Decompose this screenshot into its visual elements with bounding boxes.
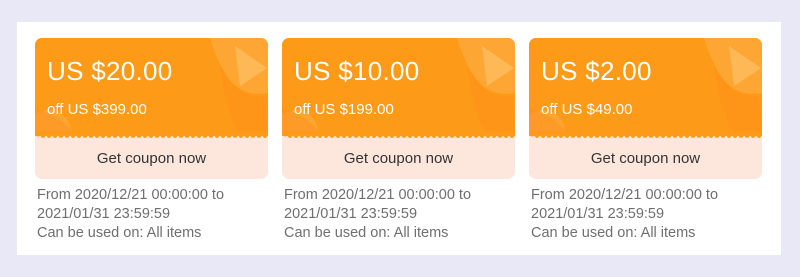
usage-scope: Can be used on: All items bbox=[284, 225, 449, 241]
coupon-amount: US $10.00 bbox=[294, 56, 420, 86]
coupon-info: From 2020/12/21 00:00:00 to 2021/01/31 2… bbox=[282, 186, 515, 243]
coupon-header: US $2.00 off US $49.00 bbox=[529, 38, 762, 136]
coupon-condition: off US $199.00 bbox=[294, 101, 394, 118]
validity-start: From 2020/12/21 00:00:00 to bbox=[284, 187, 472, 203]
coupon-condition: off US $49.00 bbox=[541, 101, 633, 118]
coupon-ticket: US $2.00 off US $49.00 Get coupon now bbox=[529, 38, 762, 179]
coupon-info: From 2020/12/21 00:00:00 to 2021/01/31 2… bbox=[35, 186, 268, 243]
get-coupon-button[interactable]: Get coupon now bbox=[529, 138, 762, 179]
coupon-card: US $20.00 off US $399.00 Get coupon now … bbox=[35, 38, 268, 243]
coupon-info: From 2020/12/21 00:00:00 to 2021/01/31 2… bbox=[529, 186, 762, 243]
validity-end: 2021/01/31 23:59:59 bbox=[531, 206, 665, 222]
coupon-decoration-icon bbox=[35, 38, 268, 136]
get-coupon-button[interactable]: Get coupon now bbox=[282, 138, 515, 179]
coupon-amount: US $20.00 bbox=[47, 56, 173, 86]
coupon-header: US $10.00 off US $199.00 bbox=[282, 38, 515, 136]
coupon-panel: US $20.00 off US $399.00 Get coupon now … bbox=[17, 22, 781, 255]
coupon-amount: US $2.00 bbox=[541, 56, 652, 86]
validity-end: 2021/01/31 23:59:59 bbox=[37, 206, 171, 222]
validity-start: From 2020/12/21 00:00:00 to bbox=[531, 187, 719, 203]
coupon-decoration-icon bbox=[282, 38, 515, 136]
coupon-condition: off US $399.00 bbox=[47, 101, 147, 118]
coupon-card: US $10.00 off US $199.00 Get coupon now … bbox=[282, 38, 515, 243]
validity-start: From 2020/12/21 00:00:00 to bbox=[37, 187, 225, 203]
validity-end: 2021/01/31 23:59:59 bbox=[284, 206, 418, 222]
coupon-ticket: US $10.00 off US $199.00 Get coupon now bbox=[282, 38, 515, 179]
coupon-card: US $2.00 off US $49.00 Get coupon now Fr… bbox=[529, 38, 762, 243]
usage-scope: Can be used on: All items bbox=[531, 225, 696, 241]
coupon-ticket: US $20.00 off US $399.00 Get coupon now bbox=[35, 38, 268, 179]
coupon-decoration-icon bbox=[529, 38, 762, 136]
coupon-header: US $20.00 off US $399.00 bbox=[35, 38, 268, 136]
get-coupon-button[interactable]: Get coupon now bbox=[35, 138, 268, 179]
usage-scope: Can be used on: All items bbox=[37, 225, 202, 241]
